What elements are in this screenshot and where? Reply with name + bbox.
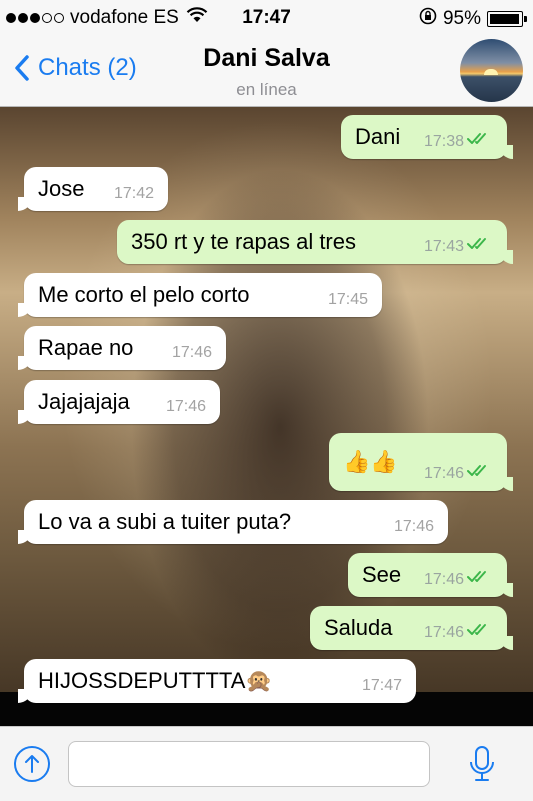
status-right: 95% bbox=[419, 7, 527, 31]
message-time: 17:43 bbox=[423, 237, 464, 255]
message-text: Dani bbox=[355, 124, 401, 149]
message-meta: 17:42 bbox=[114, 185, 154, 203]
battery-percent: 95% bbox=[442, 8, 481, 29]
chat-area[interactable]: Dani 17:38 Jose 17:42 350 rt y te rapas al t… bbox=[0, 107, 533, 726]
incoming-message[interactable]: Jose 17:42 bbox=[18, 167, 168, 211]
outgoing-message[interactable]: Saluda 17:46 bbox=[310, 606, 513, 650]
battery-icon bbox=[487, 11, 527, 27]
message-text: 350 rt y te rapas al tres bbox=[131, 229, 356, 254]
message-meta: 17:43 bbox=[424, 237, 493, 256]
message-meta: 17:46 bbox=[166, 398, 206, 416]
incoming-message[interactable]: Me corto el pelo corto 17:45 bbox=[18, 273, 382, 317]
message-text: Me corto el pelo corto bbox=[38, 282, 250, 307]
message-text: Rapae no bbox=[38, 335, 134, 360]
share-arrow-up-icon bbox=[25, 755, 39, 773]
message-time: 17:45 bbox=[327, 291, 368, 308]
avatar[interactable] bbox=[460, 39, 523, 102]
message-text: See bbox=[362, 562, 402, 587]
incoming-message[interactable]: Jajajajaja 17:46 bbox=[18, 380, 220, 424]
message-time: 17:46 bbox=[165, 398, 206, 415]
message-time: 17:47 bbox=[361, 677, 402, 694]
rotation-lock-icon bbox=[419, 7, 437, 31]
message-meta: 17:46 bbox=[424, 570, 493, 589]
avatar-sun bbox=[484, 69, 498, 75]
message-meta: 17:46 bbox=[172, 344, 212, 362]
double-check-icon bbox=[467, 132, 493, 151]
message-meta: 17:46 bbox=[424, 623, 493, 642]
mic-button[interactable] bbox=[468, 745, 496, 788]
nav-bar: Chats (2) Dani Salva en línea bbox=[0, 36, 533, 107]
message-meta: 17:46 bbox=[424, 464, 493, 483]
microphone-icon bbox=[470, 746, 494, 781]
outgoing-message[interactable]: See 17:46 bbox=[348, 553, 513, 597]
message-text: Saluda bbox=[324, 615, 393, 640]
double-check-icon bbox=[467, 623, 493, 642]
incoming-message[interactable]: Lo va a subi a tuiter puta? 17:46 bbox=[18, 500, 448, 544]
outgoing-message[interactable]: 350 rt y te rapas al tres 17:43 bbox=[117, 220, 513, 264]
contact-name[interactable]: Dani Salva bbox=[0, 44, 533, 73]
double-check-icon bbox=[467, 237, 493, 256]
double-check-icon bbox=[467, 570, 493, 589]
message-meta: 17:47 bbox=[362, 677, 402, 695]
message-time: 17:46 bbox=[423, 570, 464, 588]
message-text: Jajajajaja bbox=[38, 389, 130, 414]
incoming-message[interactable]: HIJOSSDEPUTTTTA🙊 17:47 bbox=[18, 659, 416, 703]
message-time: 17:42 bbox=[113, 185, 154, 202]
message-text: 👍👍 bbox=[343, 449, 398, 474]
outgoing-message[interactable]: 👍👍 17:46 bbox=[329, 433, 513, 491]
battery-fill bbox=[490, 14, 519, 24]
status-bar: vodafone ES 17:47 95% bbox=[0, 0, 533, 36]
message-time: 17:46 bbox=[171, 344, 212, 361]
message-time: 17:46 bbox=[393, 518, 434, 535]
message-time: 17:46 bbox=[423, 464, 464, 482]
incoming-message[interactable]: Rapae no 17:46 bbox=[18, 326, 226, 370]
share-button[interactable] bbox=[14, 746, 50, 782]
message-text: Lo va a subi a tuiter puta? bbox=[38, 509, 292, 534]
input-bar bbox=[0, 726, 533, 801]
contact-status: en línea bbox=[236, 80, 297, 99]
message-text: Jose bbox=[38, 176, 85, 201]
message-meta: 17:45 bbox=[328, 291, 368, 309]
message-text: HIJOSSDEPUTTTTA🙊 bbox=[38, 668, 273, 693]
message-time: 17:46 bbox=[423, 623, 464, 641]
outgoing-message[interactable]: Dani 17:38 bbox=[341, 115, 513, 159]
message-meta: 17:46 bbox=[394, 518, 434, 536]
message-input[interactable] bbox=[68, 741, 430, 787]
double-check-icon bbox=[467, 464, 493, 483]
message-meta: 17:38 bbox=[424, 132, 493, 151]
message-time: 17:38 bbox=[423, 132, 464, 150]
